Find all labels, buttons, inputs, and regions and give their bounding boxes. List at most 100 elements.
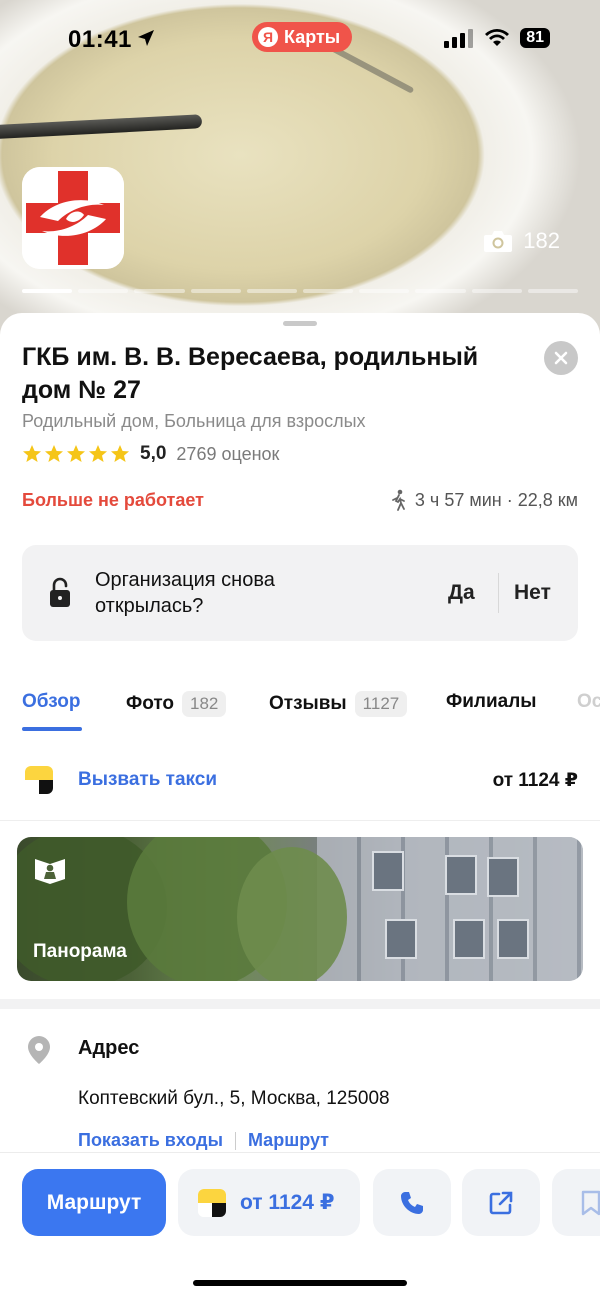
tab-reviews[interactable]: Отзывы 1127 xyxy=(269,691,408,717)
camera-icon xyxy=(484,231,513,252)
photo-spoon xyxy=(0,114,203,140)
star-icon xyxy=(23,445,41,462)
place-photo[interactable]: 01:41 Я Карты 81 182 xyxy=(0,0,600,340)
address-route-link[interactable]: Маршрут xyxy=(248,1130,329,1151)
bookmark-button[interactable] xyxy=(552,1169,600,1236)
home-indicator[interactable] xyxy=(193,1280,407,1286)
photo-count[interactable]: 182 xyxy=(483,228,560,254)
section-divider xyxy=(0,999,600,1009)
taxi-price: от 1124 ₽ xyxy=(492,770,578,791)
unlock-icon xyxy=(50,577,70,607)
address-text[interactable]: Коптевский бул., 5, Москва, 125008 xyxy=(78,1088,390,1110)
link-separator xyxy=(234,1131,236,1150)
star-icon xyxy=(89,445,107,462)
walk-time: 3 ч 57 мин · 22,8 км xyxy=(414,489,578,510)
tab-count-badge: 182 xyxy=(182,691,227,717)
tab-overview[interactable]: Обзор xyxy=(22,691,80,713)
cellular-signal-icon xyxy=(444,29,474,48)
back-to-maps-pill[interactable]: Я Карты xyxy=(252,22,353,52)
photo-pager-segment xyxy=(22,289,73,293)
address-heading: Адрес xyxy=(78,1037,140,1059)
photo-pager-segment xyxy=(527,289,579,293)
photo-pager-segment xyxy=(190,289,241,293)
back-to-maps-label: Карты xyxy=(284,26,341,47)
panorama-preview[interactable]: Панорама xyxy=(17,837,583,981)
place-logo xyxy=(22,167,124,269)
action-bar: Маршрут от 1124 ₽ xyxy=(0,1152,600,1300)
tab-label: Фото xyxy=(126,693,175,714)
reopen-divider xyxy=(498,573,499,613)
rating-count: 2769 оценок xyxy=(176,443,280,464)
tab-label: Обзор xyxy=(22,691,81,712)
share-icon xyxy=(489,1191,513,1214)
place-title: ГКБ им. В. В. Вересаева, родильный дом №… xyxy=(22,343,479,404)
close-icon xyxy=(554,351,568,365)
panorama-icon xyxy=(35,859,65,884)
call-button[interactable] xyxy=(373,1169,451,1236)
phone-icon xyxy=(401,1191,423,1214)
hospital-cross-logo-icon xyxy=(22,167,124,269)
photo-pager-segment xyxy=(134,289,185,293)
closed-status: Больше не работает xyxy=(22,490,204,510)
walk-route-info[interactable]: 3 ч 57 мин · 22,8 км xyxy=(391,489,578,511)
bookmark-icon xyxy=(581,1190,600,1215)
rating-row[interactable]: 5,0 2769 оценок xyxy=(22,443,279,465)
call-taxi-row[interactable]: Вызвать такси от 1124 ₽ xyxy=(0,753,600,821)
panorama-tree xyxy=(237,847,347,981)
panorama-label: Панорама xyxy=(33,941,127,962)
reopen-yes-button[interactable]: Да xyxy=(448,581,475,605)
yandex-taxi-icon xyxy=(198,1188,226,1217)
panorama-window xyxy=(453,919,485,959)
wifi-icon xyxy=(485,29,510,46)
tab-branches[interactable]: Филиалы xyxy=(446,691,537,713)
reopen-question: Организация снова открылась? xyxy=(95,569,275,617)
place-card-sheet: ГКБ им. В. В. Вересаева, родильный дом №… xyxy=(0,313,600,1300)
photo-count-value: 182 xyxy=(523,228,560,253)
rating-value: 5,0 xyxy=(140,443,167,464)
sheet-grabber[interactable] xyxy=(283,321,317,326)
tab-label: Ос xyxy=(577,691,600,712)
photo-pager-segment xyxy=(303,289,354,293)
reopen-question-card: Организация снова открылась? Да Нет xyxy=(22,545,578,641)
rating-stars xyxy=(22,444,130,464)
reopen-no-button[interactable]: Нет xyxy=(514,581,551,605)
panorama-window xyxy=(372,851,404,891)
star-icon xyxy=(45,445,63,462)
tab-more[interactable]: Ос xyxy=(577,691,600,713)
yandex-taxi-icon xyxy=(25,766,53,794)
panorama-window xyxy=(445,855,477,895)
place-tabs: Обзор Фото 182 Отзывы 1127 Филиалы Ос xyxy=(22,687,600,733)
system-icons: 81 xyxy=(444,28,550,48)
walking-person-icon xyxy=(392,489,405,511)
photo-pager-segment xyxy=(78,289,129,293)
taxi-button-price: от 1124 ₽ xyxy=(240,1191,335,1214)
photo-pager-segment xyxy=(359,289,410,293)
tab-label: Филиалы xyxy=(446,691,537,712)
star-icon xyxy=(67,445,85,462)
panorama-window xyxy=(497,919,529,959)
active-tab-indicator xyxy=(22,727,82,731)
address-links: Показать входы Маршрут xyxy=(78,1130,329,1151)
status-bar: 01:41 Я Карты 81 xyxy=(0,22,600,58)
call-taxi-label: Вызвать такси xyxy=(78,769,218,790)
tab-count-badge: 1127 xyxy=(354,691,408,717)
photo-pager-segment xyxy=(246,289,298,293)
battery-indicator: 81 xyxy=(520,28,550,48)
panorama-window xyxy=(487,857,519,897)
map-pin-icon xyxy=(28,1036,50,1064)
route-button[interactable]: Маршрут xyxy=(22,1169,166,1236)
close-button[interactable] xyxy=(544,341,578,375)
location-arrow-icon xyxy=(138,30,154,46)
tab-photos[interactable]: Фото 182 xyxy=(126,691,227,717)
taxi-button[interactable]: от 1124 ₽ xyxy=(178,1169,360,1236)
star-icon xyxy=(111,445,129,462)
status-time: 01:41 xyxy=(68,26,132,53)
photo-pager-segment xyxy=(415,289,466,293)
share-button[interactable] xyxy=(462,1169,540,1236)
place-category: Родильный дом, Больница для взрослых xyxy=(22,411,366,431)
panorama-window xyxy=(385,919,417,959)
tab-label: Отзывы xyxy=(269,693,347,714)
photo-pager xyxy=(22,289,579,293)
show-entrances-link[interactable]: Показать входы xyxy=(78,1130,223,1151)
photo-pager-segment xyxy=(471,289,522,293)
